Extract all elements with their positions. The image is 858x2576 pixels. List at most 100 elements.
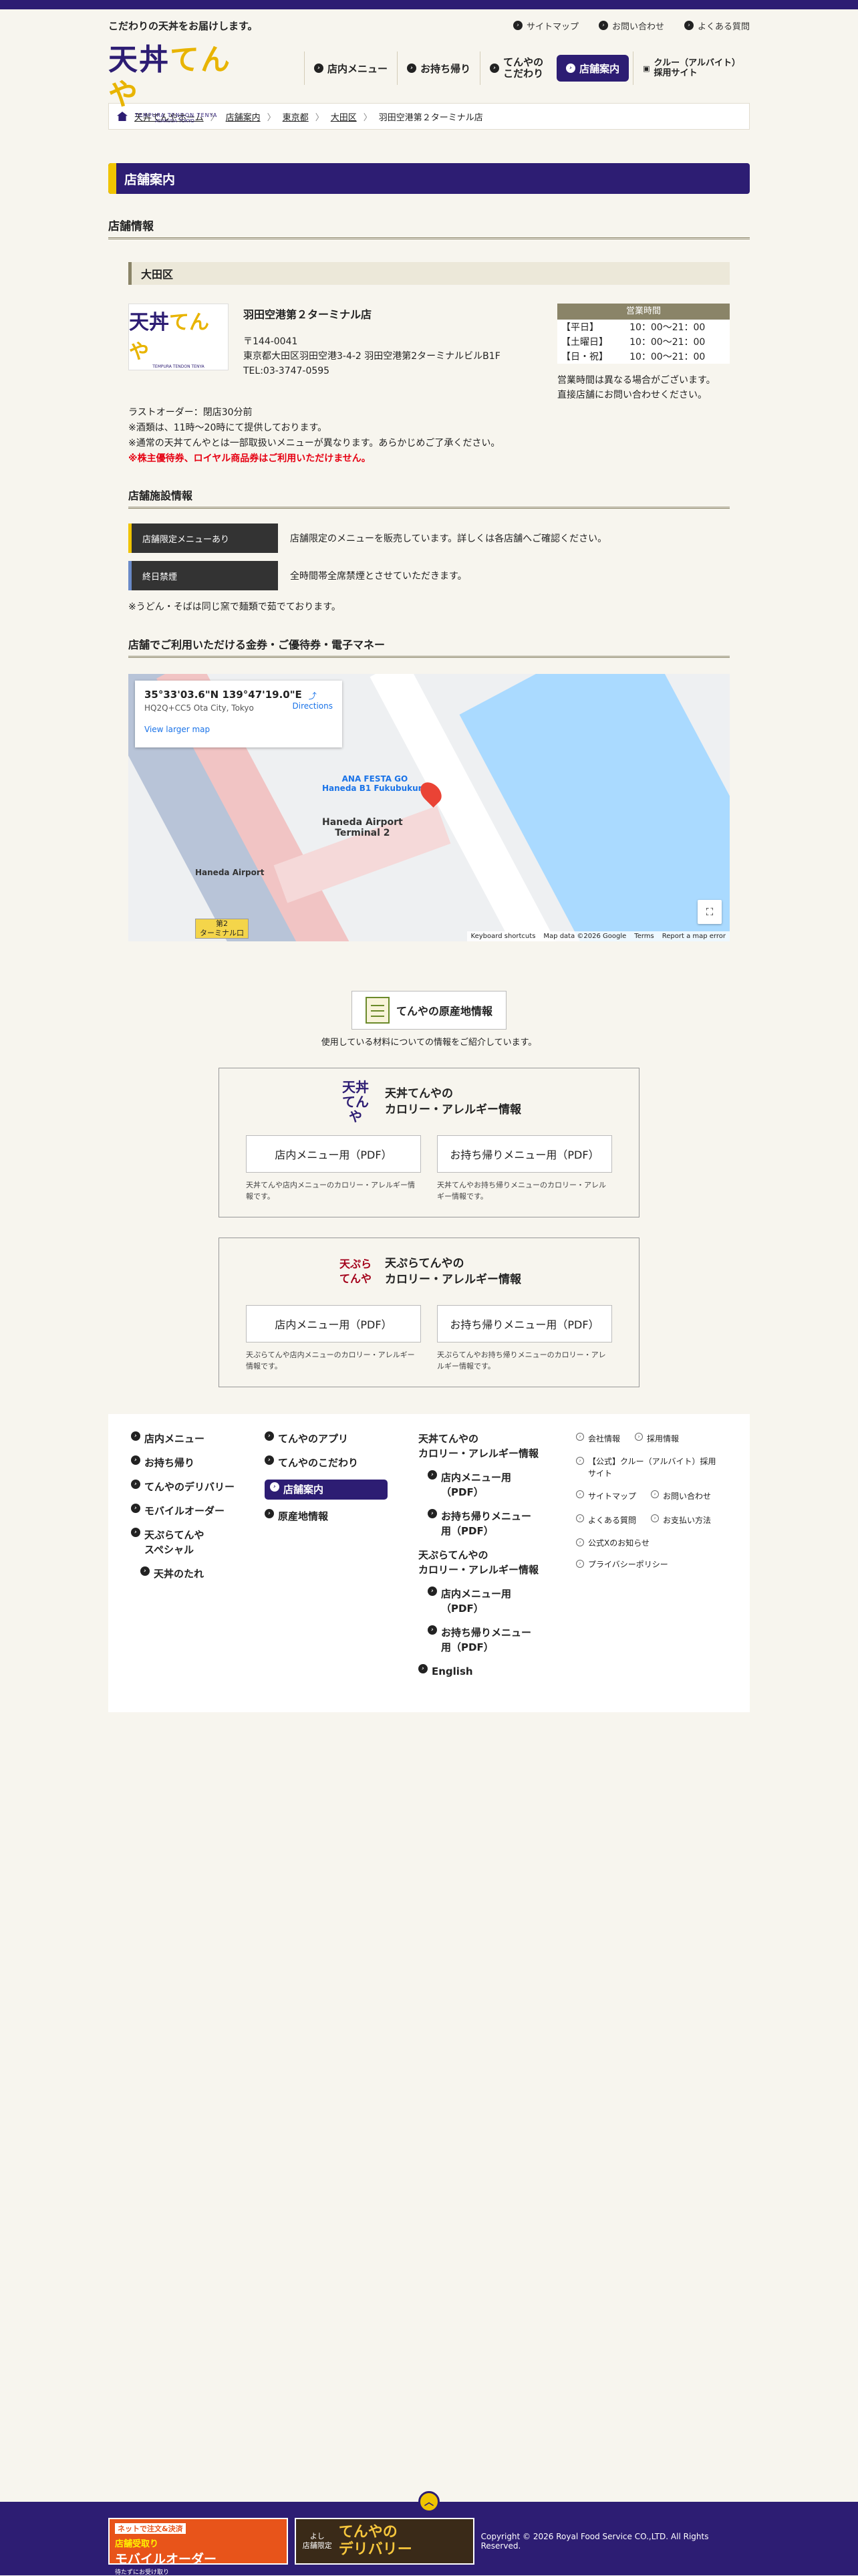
- tempura-takeout-menu-pdf-button[interactable]: お持ち帰りメニュー用（PDF）: [437, 1305, 612, 1342]
- nav-store-guide[interactable]: › 店舗案内: [557, 55, 629, 82]
- arrow-right-icon: ›: [131, 1504, 140, 1513]
- store-tel[interactable]: TEL:03-3747-0595: [243, 364, 500, 378]
- footer-link[interactable]: › 店内メニュー用 （PDF）: [428, 1470, 576, 1500]
- map-info-card: 35°33'03.6"N 139°47'19.0"E HQ2Q+CC5 Ota …: [135, 681, 342, 747]
- breadcrumb-ota[interactable]: 大田区: [331, 110, 357, 123]
- tagline: こだわりの天丼をお届けします。: [108, 19, 258, 32]
- arrow-right-icon: ›: [407, 64, 417, 73]
- tempura-store-menu-pdf-button[interactable]: 店内メニュー用（PDF）: [246, 1305, 421, 1342]
- footer-link[interactable]: › よくある質問: [576, 1513, 636, 1528]
- nav-crew-recruit[interactable]: ▣ クルー（アルバイト） 採用サイト: [633, 51, 750, 85]
- document-icon: [365, 997, 390, 1024]
- arrow-right-icon: ›: [651, 1490, 660, 1498]
- footer-link[interactable]: › 天丼のたれ: [140, 1566, 265, 1581]
- arrow-right-icon: ›: [598, 21, 608, 30]
- arrow-right-icon: ›: [490, 64, 500, 73]
- contact-link[interactable]: › お問い合わせ: [598, 19, 664, 32]
- footer-link[interactable]: › 【公式】クルー（アルバイト）採用サイト: [576, 1455, 723, 1480]
- utility-bar: こだわりの天丼をお届けします。 › サイトマップ › お問い合わせ › よくある質問: [108, 9, 750, 41]
- nav-takeout[interactable]: › お持ち帰り: [397, 51, 480, 85]
- arrow-right-icon: ›: [131, 1431, 140, 1441]
- view-larger-map-link[interactable]: View larger map: [144, 725, 333, 734]
- footer-link-active[interactable]: › 店舗案内: [265, 1480, 388, 1500]
- google-map[interactable]: 35°33'03.6"N 139°47'19.0"E HQ2Q+CC5 Ota …: [128, 674, 730, 941]
- tendon-takeout-menu-pdf-button[interactable]: お持ち帰りメニュー用（PDF）: [437, 1135, 612, 1173]
- footer-link[interactable]: › お持ち帰りメニュー 用（PDF）: [428, 1509, 576, 1538]
- mobile-order-banner[interactable]: ネットで注文&決済 店舗受取り モバイルオーダー 待たずにお受け取り: [108, 2518, 288, 2576]
- site-header: 天丼てんや TEMPURA TENDON TENYA ASAKUSA TOKYO…: [108, 41, 750, 124]
- arrow-right-icon: ›: [140, 1566, 150, 1576]
- arrow-right-icon: ›: [576, 1490, 584, 1498]
- arrow-right-icon: ›: [270, 1482, 279, 1492]
- footer-link[interactable]: › お持ち帰り: [131, 1455, 265, 1470]
- calorie-box-tendon: 天丼 てんや 天丼てんやの カロリー・アレルギー情報 店内メニュー用（PDF） …: [219, 1068, 639, 1217]
- footer-nav: › 店内メニュー › お持ち帰り › てんやのデリバリー › モバイルオーダー › 天ぷら…: [108, 1414, 750, 1712]
- arrow-right-icon: ›: [265, 1509, 274, 1518]
- arrow-right-icon: ›: [131, 1480, 140, 1489]
- area-heading: 大田区: [128, 262, 730, 285]
- store-logo-image: 天丼てんや TEMPURA TENDON TENYA: [128, 304, 229, 370]
- arrow-right-icon: ›: [513, 21, 523, 30]
- footer-link[interactable]: › てんやのデリバリー: [131, 1480, 265, 1494]
- arrow-right-icon: ›: [576, 1433, 584, 1441]
- arrow-right-icon: ›: [576, 1457, 584, 1465]
- arrow-right-icon: ›: [418, 1664, 428, 1673]
- arrow-right-icon: ›: [576, 1514, 584, 1522]
- facility-row: 終日禁煙 全時間帯全席禁煙とさせていただきます。: [128, 561, 730, 590]
- chevron-up-icon: ︿: [424, 2497, 434, 2508]
- origin-section: てんやの原産地情報 使用している材料についての情報をご紹介しています。: [108, 991, 750, 1048]
- back-to-top-button[interactable]: ︿: [418, 2491, 440, 2512]
- facility-row: 店舗限定メニューあり 店舗限定のメニューを販売しています。詳しくは各店舗へご確認…: [128, 523, 730, 553]
- footer-link[interactable]: › 採用情報: [635, 1431, 679, 1446]
- business-hours: 営業時間 【平日】 10：00〜21：00 【土曜日】 10：00〜21：00 【日…: [557, 304, 730, 402]
- facility-title: 店舗施設情報: [128, 487, 730, 509]
- footer-link[interactable]: › サイトマップ: [576, 1489, 636, 1504]
- breadcrumb-current: 羽田空港第２ターミナル店: [378, 112, 483, 123]
- delivery-banner[interactable]: よし 店舗限定 てんやの デリバリー: [294, 2518, 474, 2565]
- nav-kodawari[interactable]: › てんやの こだわり: [480, 51, 553, 85]
- directions-link[interactable]: ⤴ Directions: [293, 690, 333, 711]
- arrow-right-icon: ›: [428, 1625, 437, 1635]
- page-title: 店舗案内: [108, 163, 750, 194]
- top-bar: [0, 0, 858, 9]
- arrow-right-icon: ›: [314, 64, 324, 73]
- section-title: 店舗情報: [108, 217, 750, 239]
- footer-link[interactable]: › 店内メニュー: [131, 1431, 265, 1446]
- tendon-store-menu-pdf-button[interactable]: 店内メニュー用（PDF）: [246, 1135, 421, 1173]
- payment-title: 店舗でご利用いただける金券・ご優待券・電子マネー: [128, 636, 730, 658]
- copyright: Copyright © 2026 Royal Food Service CO.,…: [480, 2532, 709, 2551]
- store-name: 羽田空港第２ターミナル店: [243, 308, 372, 321]
- origin-info-button[interactable]: てんやの原産地情報: [351, 991, 507, 1030]
- sitemap-link[interactable]: › サイトマップ: [513, 19, 579, 32]
- footer-link[interactable]: › プライバシーポリシー: [576, 1558, 723, 1570]
- footer-link[interactable]: › 公式Xのお知らせ: [576, 1537, 723, 1549]
- breadcrumb-tokyo[interactable]: 東京都: [283, 110, 309, 123]
- global-nav: › 店内メニュー › お持ち帰り › てんやの こだわり › 店舗案内 ▣ クルー（アルバ…: [304, 51, 750, 85]
- site-logo[interactable]: 天丼てんや TEMPURA TENDON TENYA ASAKUSA TOKYO: [108, 43, 249, 124]
- footer-link[interactable]: › てんやのアプリ: [265, 1431, 418, 1446]
- chevron-right-icon: 〉: [267, 112, 276, 123]
- footer-link-english[interactable]: › English: [418, 1664, 576, 1679]
- footer-link[interactable]: › 店内メニュー用 （PDF）: [428, 1587, 576, 1616]
- arrow-right-icon: ›: [265, 1455, 274, 1465]
- footer-link[interactable]: › モバイルオーダー: [131, 1504, 265, 1518]
- footer-link[interactable]: › てんやのこだわり: [265, 1455, 418, 1470]
- arrow-right-icon: ›: [635, 1433, 644, 1441]
- external-link-icon: ▣: [643, 64, 650, 73]
- footer-link[interactable]: › 天ぷらてんや スペシャル: [131, 1528, 265, 1557]
- footer-link[interactable]: › お問い合わせ: [651, 1489, 711, 1504]
- faq-link[interactable]: › よくある質問: [684, 19, 750, 32]
- footer-link[interactable]: › お支払い方法: [651, 1513, 711, 1528]
- hours-row: 【平日】 10：00〜21：00: [561, 322, 706, 333]
- arrow-right-icon: ›: [651, 1514, 660, 1522]
- hours-row: 【日・祝】 10：00〜21：00: [561, 352, 706, 362]
- footer-link[interactable]: › お持ち帰りメニュー 用（PDF）: [428, 1625, 576, 1655]
- nav-store-menu[interactable]: › 店内メニュー: [304, 51, 397, 85]
- arrow-right-icon: ›: [576, 1560, 584, 1568]
- footer-link[interactable]: › 会社情報: [576, 1431, 620, 1446]
- arrow-right-icon: ›: [576, 1538, 584, 1546]
- footer-link[interactable]: › 原産地情報: [265, 1509, 418, 1524]
- arrow-right-icon: ›: [566, 64, 576, 73]
- tempura-logo: 天ぷら てんや: [339, 1258, 372, 1285]
- fullscreen-icon[interactable]: ⛶: [698, 900, 722, 924]
